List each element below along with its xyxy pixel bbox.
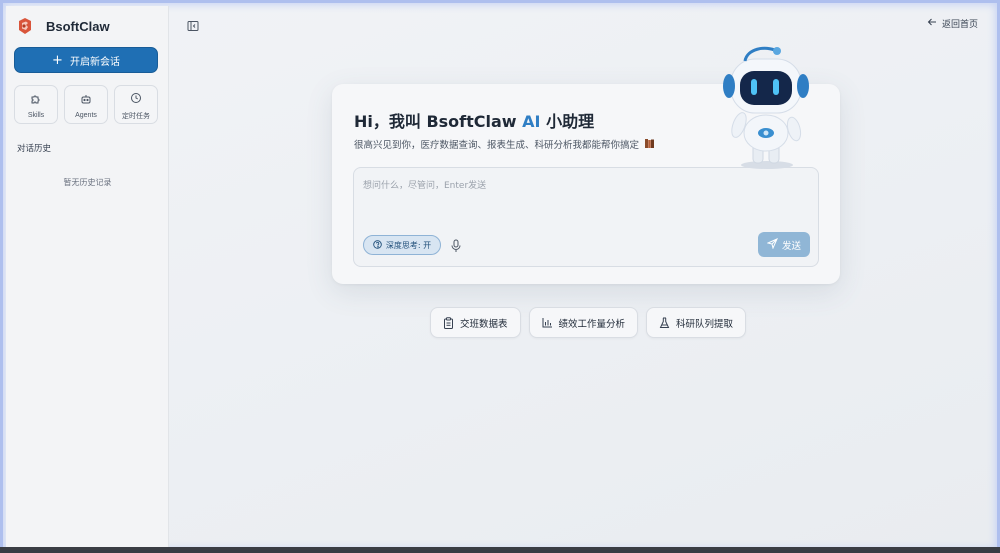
bulb-icon — [373, 239, 382, 251]
history-title: 对话历史 — [17, 144, 52, 154]
history-empty-text: 暂无历史记录 — [63, 178, 112, 187]
new-chat-button[interactable]: + 开启新会话 — [14, 47, 158, 73]
brand-logo-icon — [16, 17, 34, 35]
chat-input[interactable] — [354, 168, 818, 228]
deep-think-label: 深度思考: 开 — [385, 240, 432, 250]
send-button[interactable]: 发送 — [758, 232, 810, 257]
back-home-link[interactable]: 返回首页 — [927, 17, 978, 30]
quick-action-research-cohort[interactable]: 科研队列提取 — [646, 307, 747, 338]
chat-input-box: 深度思考: 开 发送 — [353, 167, 819, 267]
flask-icon — [659, 317, 670, 329]
agents-label: Agents — [75, 112, 97, 119]
bottom-taskbar — [0, 547, 1000, 553]
quick-action-performance[interactable]: 绩效工作量分析 — [528, 307, 639, 338]
quick-action-shift-data[interactable]: 交班数据表 — [430, 307, 521, 338]
bar-chart-icon — [542, 317, 553, 328]
greeting-title: Hi，我叫 BsoftClaw AI 小助理 — [354, 108, 594, 132]
sidebar-collapse-icon[interactable] — [187, 17, 199, 31]
scheduled-tasks-label: 定时任务 — [122, 112, 150, 120]
greeting-suffix: 小助理 — [546, 112, 595, 131]
brand-name: BsoftClaw — [46, 18, 110, 34]
subtitle-text: 很高兴见到你，医疗数据查询、报表生成、科研分析我都能帮你搞定 — [354, 140, 640, 151]
microphone-icon[interactable] — [450, 238, 462, 252]
books-icon — [642, 139, 655, 151]
plus-icon: + — [52, 52, 63, 68]
quick-action-label: 科研队列提取 — [676, 318, 734, 330]
robot-icon — [80, 90, 92, 109]
agents-button[interactable]: Agents — [64, 85, 108, 124]
clock-icon — [130, 89, 142, 108]
back-home-label: 返回首页 — [941, 20, 978, 30]
scheduled-tasks-button[interactable]: 定时任务 — [114, 85, 158, 124]
new-chat-label: 开启新会话 — [69, 56, 120, 68]
sidebar-tools: Skills Agents 定时任务 — [14, 85, 158, 124]
quick-actions: 交班数据表 绩效工作量分析 科研队列提取 — [430, 307, 747, 338]
send-icon — [766, 237, 778, 252]
brand[interactable]: BsoftClaw — [16, 17, 110, 35]
skills-label: Skills — [27, 112, 45, 119]
arrow-left-icon — [927, 17, 937, 30]
greeting-ai: AI — [522, 112, 541, 131]
deep-think-toggle[interactable]: 深度思考: 开 — [363, 235, 441, 255]
send-label: 发送 — [781, 240, 801, 252]
greeting-prefix: Hi，我叫 BsoftClaw — [354, 112, 517, 131]
app-window: BsoftClaw + 开启新会话 Skills Agents 定时任务 对话历… — [0, 0, 1000, 553]
robot-mascot-icon — [715, 41, 815, 171]
quick-action-label: 绩效工作量分析 — [558, 318, 626, 330]
skills-button[interactable]: Skills — [14, 85, 58, 124]
clipboard-icon — [443, 316, 454, 329]
sidebar: BsoftClaw + 开启新会话 Skills Agents 定时任务 对话历… — [6, 6, 169, 548]
puzzle-icon — [30, 90, 42, 109]
greeting-subtitle: 很高兴见到你，医疗数据查询、报表生成、科研分析我都能帮你搞定 — [354, 137, 655, 151]
quick-action-label: 交班数据表 — [460, 318, 508, 330]
